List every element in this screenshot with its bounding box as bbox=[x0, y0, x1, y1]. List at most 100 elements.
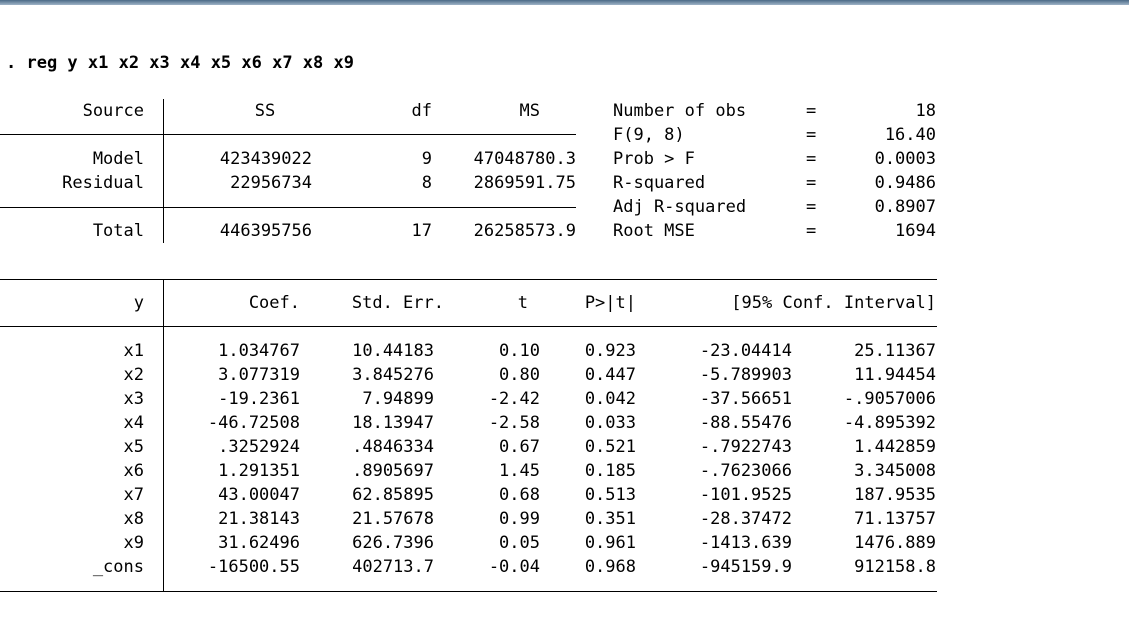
anova-source: Total bbox=[92, 221, 144, 241]
coef-ci-low: -101.9525 bbox=[699, 485, 792, 505]
coef-se: 3.845276 bbox=[352, 365, 434, 385]
stat-value: 16.40 bbox=[884, 125, 936, 145]
coef-header-ci: [95% Conf. Interval] bbox=[731, 293, 936, 313]
coef-ci-low: -28.37472 bbox=[699, 509, 792, 529]
coef-se: .8905697 bbox=[352, 461, 434, 481]
stat-equals: = bbox=[806, 197, 817, 217]
coef-ci-high: 912158.8 bbox=[854, 557, 936, 577]
coef-p: 0.447 bbox=[584, 365, 636, 385]
stat-label: R-squared bbox=[613, 173, 706, 193]
anova-ss: 446395756 bbox=[219, 221, 312, 241]
anova-ms: 47048780.3 bbox=[473, 149, 576, 169]
coef-t: 0.99 bbox=[499, 509, 540, 529]
command-line: . reg y x1 x2 x3 x4 x5 x6 x7 x8 x9 bbox=[6, 53, 354, 73]
stat-label: Number of obs bbox=[613, 101, 747, 121]
anova-df: 8 bbox=[421, 173, 432, 193]
coef-se: .4846334 bbox=[352, 437, 434, 457]
coef-t: -0.04 bbox=[488, 557, 540, 577]
anova-df: 17 bbox=[411, 221, 432, 241]
anova-ms: 2869591.75 bbox=[473, 173, 576, 193]
coef-value: 1.291351 bbox=[218, 461, 300, 481]
stat-equals: = bbox=[806, 221, 817, 241]
coef-ci-low: -37.56651 bbox=[699, 389, 792, 409]
stat-label: Adj R-squared bbox=[613, 197, 747, 217]
coef-top-rule bbox=[0, 279, 937, 280]
coef-var: x3 bbox=[123, 389, 144, 409]
coef-p: 0.033 bbox=[584, 413, 636, 433]
coef-bottom-rule bbox=[0, 591, 937, 592]
stat-value: 0.9486 bbox=[874, 173, 936, 193]
coef-p: 0.968 bbox=[584, 557, 636, 577]
coef-se: 18.13947 bbox=[352, 413, 434, 433]
coef-value: 1.034767 bbox=[218, 341, 300, 361]
coef-t: 0.67 bbox=[499, 437, 540, 457]
coef-header-rule bbox=[0, 326, 937, 327]
coef-t: -2.58 bbox=[488, 413, 540, 433]
coef-t: 1.45 bbox=[499, 461, 540, 481]
stat-label: Prob > F bbox=[613, 149, 695, 169]
coef-ci-high: 25.11367 bbox=[854, 341, 936, 361]
coef-header-p: P>|t| bbox=[584, 293, 636, 313]
stat-label: F(9, 8) bbox=[613, 125, 685, 145]
coef-t: 0.05 bbox=[499, 533, 540, 553]
coef-value: -16500.55 bbox=[207, 557, 300, 577]
coef-se: 7.94899 bbox=[362, 389, 434, 409]
coef-t: 0.68 bbox=[499, 485, 540, 505]
coef-ci-high: 1476.889 bbox=[854, 533, 936, 553]
anova-source: Residual bbox=[62, 173, 144, 193]
coef-se: 402713.7 bbox=[352, 557, 434, 577]
coef-header-var: y bbox=[133, 293, 144, 313]
stat-value: 0.0003 bbox=[874, 149, 936, 169]
coef-header-coef: Coef. bbox=[248, 293, 300, 313]
coef-value: -46.72508 bbox=[207, 413, 300, 433]
stat-equals: = bbox=[806, 173, 817, 193]
coef-ci-low: -1413.639 bbox=[699, 533, 792, 553]
coef-ci-high: 3.345008 bbox=[854, 461, 936, 481]
coef-p: 0.351 bbox=[584, 509, 636, 529]
coef-value: 3.077319 bbox=[218, 365, 300, 385]
coef-var: x4 bbox=[123, 413, 144, 433]
coef-t: -2.42 bbox=[488, 389, 540, 409]
stat-label: Root MSE bbox=[613, 221, 695, 241]
coef-se: 21.57678 bbox=[352, 509, 434, 529]
coef-ci-high: -.9057006 bbox=[843, 389, 936, 409]
coef-value: 21.38143 bbox=[218, 509, 300, 529]
coef-ci-high: 187.9535 bbox=[854, 485, 936, 505]
coef-ci-low: -23.04414 bbox=[699, 341, 792, 361]
coef-var: x5 bbox=[123, 437, 144, 457]
stat-equals: = bbox=[806, 149, 817, 169]
coef-p: 0.923 bbox=[584, 341, 636, 361]
anova-df: 9 bbox=[421, 149, 432, 169]
coef-p: 0.185 bbox=[584, 461, 636, 481]
coef-var: _cons bbox=[92, 557, 144, 577]
coef-se: 626.7396 bbox=[352, 533, 434, 553]
coef-ci-high: 1.442859 bbox=[854, 437, 936, 457]
coef-var: x6 bbox=[123, 461, 144, 481]
coef-var: x2 bbox=[123, 365, 144, 385]
coef-var: x8 bbox=[123, 509, 144, 529]
anova-header-source: Source bbox=[82, 101, 144, 121]
coef-header-t: t bbox=[517, 293, 528, 313]
coef-ci-high: 71.13757 bbox=[854, 509, 936, 529]
coef-var: x9 bbox=[123, 533, 144, 553]
coef-ci-low: -.7922743 bbox=[699, 437, 792, 457]
coef-var: x7 bbox=[123, 485, 144, 505]
coef-p: 0.042 bbox=[584, 389, 636, 409]
coef-se: 62.85895 bbox=[352, 485, 434, 505]
coef-p: 0.513 bbox=[584, 485, 636, 505]
stat-equals: = bbox=[806, 101, 817, 121]
coef-t: 0.80 bbox=[499, 365, 540, 385]
coef-value: 43.00047 bbox=[218, 485, 300, 505]
coef-ci-high: -4.895392 bbox=[843, 413, 936, 433]
coef-se: 10.44183 bbox=[352, 341, 434, 361]
coef-header-se: Std. Err. bbox=[351, 293, 444, 313]
stat-value: 1694 bbox=[895, 221, 936, 241]
coef-ci-low: -88.55476 bbox=[699, 413, 792, 433]
anova-header-rule bbox=[0, 134, 576, 135]
anova-total-rule bbox=[0, 207, 576, 208]
coef-value: 31.62496 bbox=[218, 533, 300, 553]
coef-t: 0.10 bbox=[499, 341, 540, 361]
coef-ci-high: 11.94454 bbox=[854, 365, 936, 385]
anova-ss: 423439022 bbox=[219, 149, 312, 169]
anova-header-ms: MS bbox=[519, 101, 540, 121]
